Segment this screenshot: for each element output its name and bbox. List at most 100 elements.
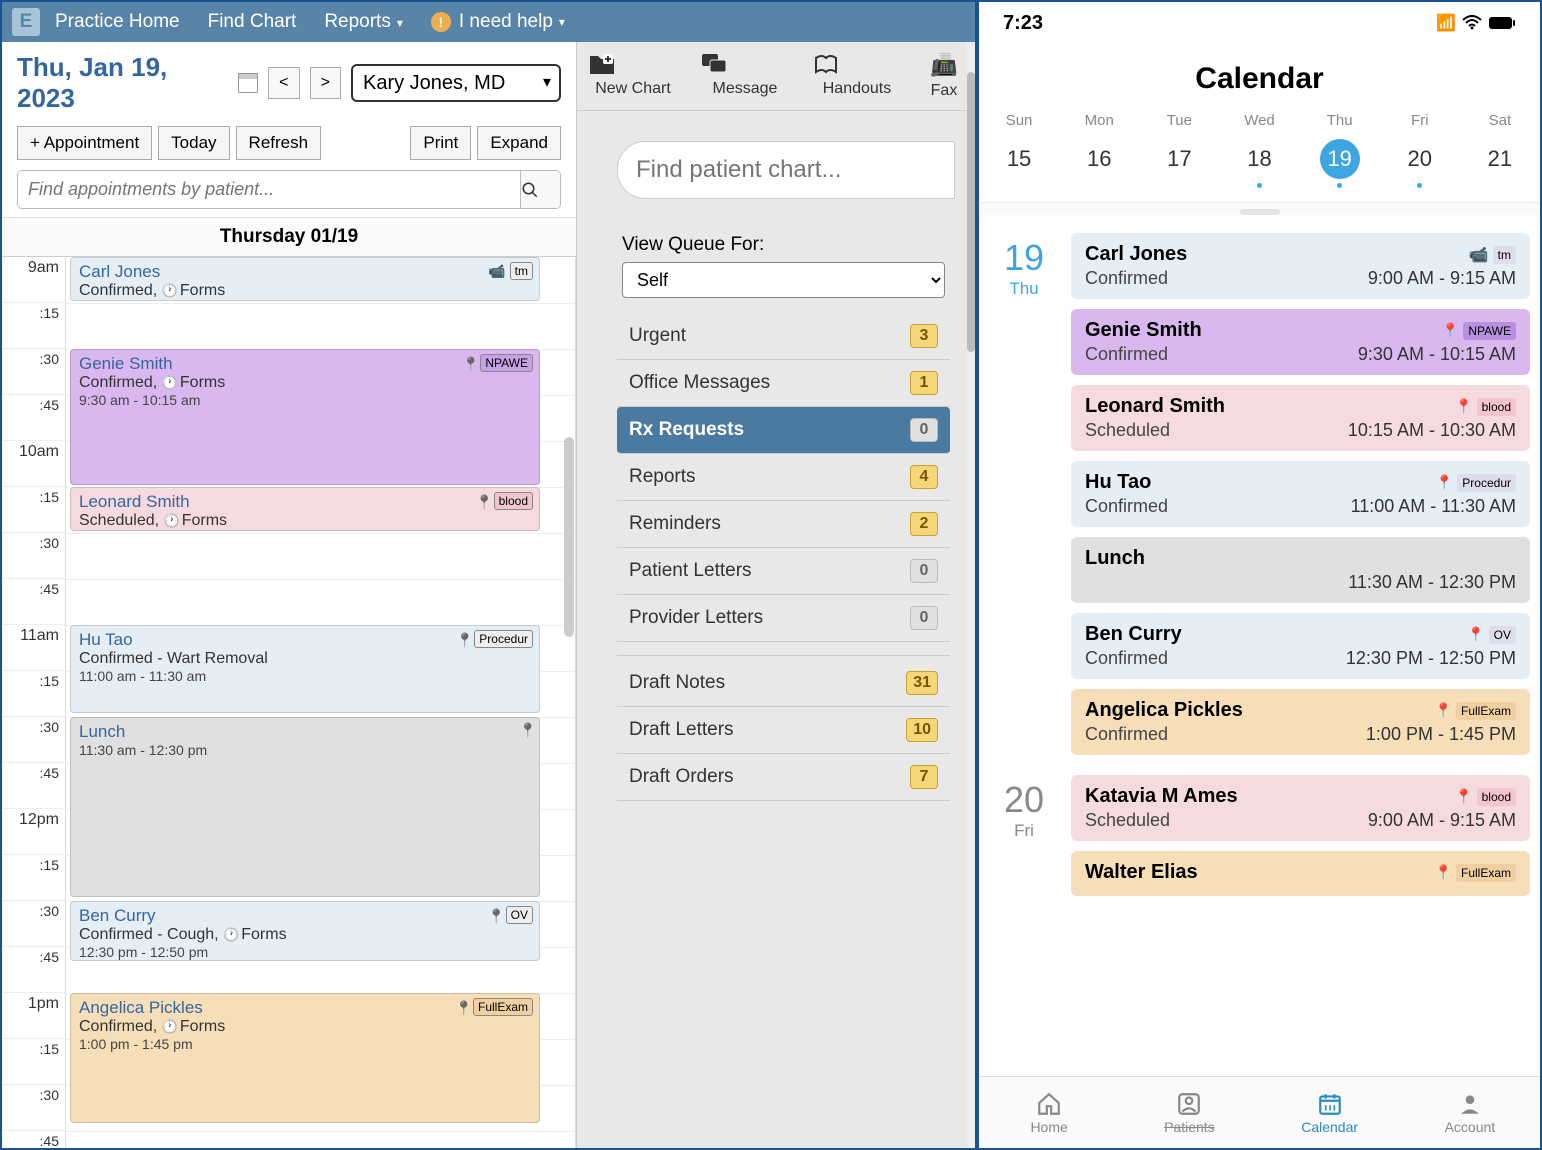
time-slot: :45	[2, 1131, 65, 1148]
nav-practice-home[interactable]: Practice Home	[55, 11, 180, 33]
time-slot: 9am	[2, 257, 65, 303]
next-day-button[interactable]: >	[310, 67, 341, 99]
queue-label: View Queue For:	[622, 234, 945, 256]
week-day[interactable]: Fri20	[1390, 112, 1450, 188]
pin-icon: 📍	[1442, 322, 1459, 339]
pin-icon	[519, 722, 533, 736]
status-bar: 7:23 📶	[979, 2, 1540, 44]
queue-item[interactable]: Draft Letters10	[617, 707, 950, 754]
queue-item[interactable]: Draft Orders7	[617, 754, 950, 801]
week-day[interactable]: Mon16	[1069, 112, 1129, 188]
queue-item[interactable]: Patient Letters0	[617, 548, 950, 595]
appointment-status: Scheduled	[1085, 420, 1170, 441]
queue-item[interactable]: Provider Letters0	[617, 595, 950, 642]
mobile-appointment[interactable]: Hu Tao📍ProcedurConfirmed11:00 AM - 11:30…	[1071, 461, 1530, 527]
search-button[interactable]	[520, 171, 560, 208]
appointment-event[interactable]: OVBen CurryConfirmed - Cough, Forms12:30…	[70, 901, 540, 961]
time-slot: :30	[2, 717, 65, 763]
app-logo: E	[12, 8, 40, 36]
calendar-body[interactable]: 9am:15:30:4510am:15:30:4511am:15:30:4512…	[2, 257, 576, 1148]
nav-reports[interactable]: Reports▾	[324, 11, 403, 33]
mobile-appointment[interactable]: Katavia M Ames📍bloodScheduled9:00 AM - 9…	[1071, 775, 1530, 841]
pin-icon: 📍	[1435, 702, 1452, 719]
topbar: E Practice Home Find Chart Reports▾ ! I …	[2, 2, 975, 42]
pin-icon	[488, 908, 502, 922]
message-button[interactable]: Message	[700, 52, 790, 100]
appointment-type-tag: NPAWE	[1463, 322, 1516, 340]
scrollbar-thumb[interactable]	[564, 437, 574, 637]
provider-select[interactable]: Kary Jones, MD	[351, 64, 561, 102]
appointment-event[interactable]: NPAWEGenie SmithConfirmed, Forms9:30 am …	[70, 349, 540, 485]
queue-item[interactable]: Office Messages1	[617, 360, 950, 407]
mobile-appointment[interactable]: Angelica Pickles📍FullExamConfirmed1:00 P…	[1071, 689, 1530, 755]
appointment-type-tag: OV	[506, 906, 533, 924]
handouts-button[interactable]: Handouts	[812, 52, 902, 100]
prev-day-button[interactable]: <	[268, 67, 299, 99]
appointment-event[interactable]: ProcedurHu TaoConfirmed - Wart Removal11…	[70, 625, 540, 713]
appointment-event[interactable]: bloodLeonard SmithScheduled, Forms	[70, 487, 540, 531]
queue-select[interactable]: Self	[622, 262, 945, 298]
queue-item[interactable]: Urgent3	[617, 313, 950, 360]
appointment-event[interactable]: FullExamAngelica PicklesConfirmed, Forms…	[70, 993, 540, 1123]
nav-find-chart[interactable]: Find Chart	[208, 11, 297, 33]
appointment-event[interactable]: Lunch11:30 am - 12:30 pm	[70, 717, 540, 897]
fax-button[interactable]: 📠 Fax	[924, 52, 964, 100]
mobile-event-list[interactable]: 19ThuCarl Jones📹tmConfirmed9:00 AM - 9:1…	[979, 215, 1540, 1076]
tab-patients[interactable]: Patients	[1119, 1077, 1259, 1148]
weekday-name: Thu	[1310, 112, 1370, 129]
week-day[interactable]: Wed18	[1229, 112, 1289, 188]
queue-item[interactable]: Reports4	[617, 454, 950, 501]
mobile-appointment[interactable]: Carl Jones📹tmConfirmed9:00 AM - 9:15 AM	[1071, 233, 1530, 299]
appointment-event[interactable]: 📹tmCarl JonesConfirmed, Forms	[70, 257, 540, 301]
queue-item-label: Urgent	[629, 325, 686, 347]
week-day[interactable]: Sat21	[1470, 112, 1530, 188]
queue-item-label: Reminders	[629, 513, 721, 535]
tab-label: Calendar	[1301, 1119, 1358, 1135]
mobile-appointment[interactable]: Leonard Smith📍bloodScheduled10:15 AM - 1…	[1071, 385, 1530, 451]
week-day[interactable]: Sun15	[989, 112, 1049, 188]
refresh-button[interactable]: Refresh	[236, 126, 322, 160]
calendar-icon[interactable]	[238, 73, 258, 93]
time-slot: 10am	[2, 441, 65, 487]
nav-help[interactable]: ! I need help ▾	[431, 11, 565, 33]
expand-button[interactable]: Expand	[477, 126, 561, 160]
week-day[interactable]: Thu19	[1310, 112, 1370, 188]
day-label: 20Fri	[989, 775, 1059, 896]
patient-search-input[interactable]	[617, 141, 955, 199]
add-appointment-button[interactable]: + Appointment	[17, 126, 152, 160]
queue-item[interactable]: Draft Notes31	[617, 660, 950, 707]
video-icon: 📹	[488, 263, 505, 280]
new-chart-button[interactable]: New Chart	[588, 52, 678, 100]
appointment-search-input[interactable]	[18, 171, 520, 208]
appointment-type-tag: FullExam	[473, 998, 533, 1016]
calendar-icon	[1317, 1091, 1343, 1117]
patient-name: Katavia M Ames	[1085, 785, 1238, 808]
panel-scrollbar-thumb[interactable]	[967, 72, 975, 352]
queue-item[interactable]: Rx Requests0	[617, 407, 950, 454]
queue-item-label: Draft Orders	[629, 766, 734, 788]
appointment-time: 11:00 AM - 11:30 AM	[1351, 496, 1516, 517]
patient-name: Leonard Smith	[79, 492, 531, 512]
mobile-appointment[interactable]: Lunch11:30 AM - 12:30 PM	[1071, 537, 1530, 603]
mobile-appointment[interactable]: Ben Curry📍OVConfirmed12:30 PM - 12:50 PM	[1071, 613, 1530, 679]
time-slot: :45	[2, 947, 65, 993]
queue-item[interactable]: Reminders2	[617, 501, 950, 548]
mobile-appointment[interactable]: Walter Elias📍FullExam	[1071, 851, 1530, 896]
event-dot	[1257, 183, 1262, 188]
tab-bar: HomePatients Calendar Account	[979, 1076, 1540, 1148]
weekday-name: Mon	[1069, 112, 1129, 129]
mobile-appointment[interactable]: Genie Smith📍NPAWEConfirmed9:30 AM - 10:1…	[1071, 309, 1530, 375]
tab-calendar[interactable]: Calendar	[1260, 1077, 1400, 1148]
patient-name: Carl Jones	[1085, 243, 1187, 266]
print-button[interactable]: Print	[410, 126, 471, 160]
event-dot	[1337, 183, 1342, 188]
tab-account[interactable]: Account	[1400, 1077, 1540, 1148]
day-header: Thursday 01/19	[2, 218, 576, 257]
week-day[interactable]: Tue17	[1149, 112, 1209, 188]
patient-name: Genie Smith	[1085, 319, 1202, 342]
patient-name: Hu Tao	[1085, 471, 1151, 494]
weekday-number: 17	[1159, 139, 1199, 179]
tab-home[interactable]: Home	[979, 1077, 1119, 1148]
today-button[interactable]: Today	[158, 126, 229, 160]
account-icon	[1457, 1091, 1483, 1117]
